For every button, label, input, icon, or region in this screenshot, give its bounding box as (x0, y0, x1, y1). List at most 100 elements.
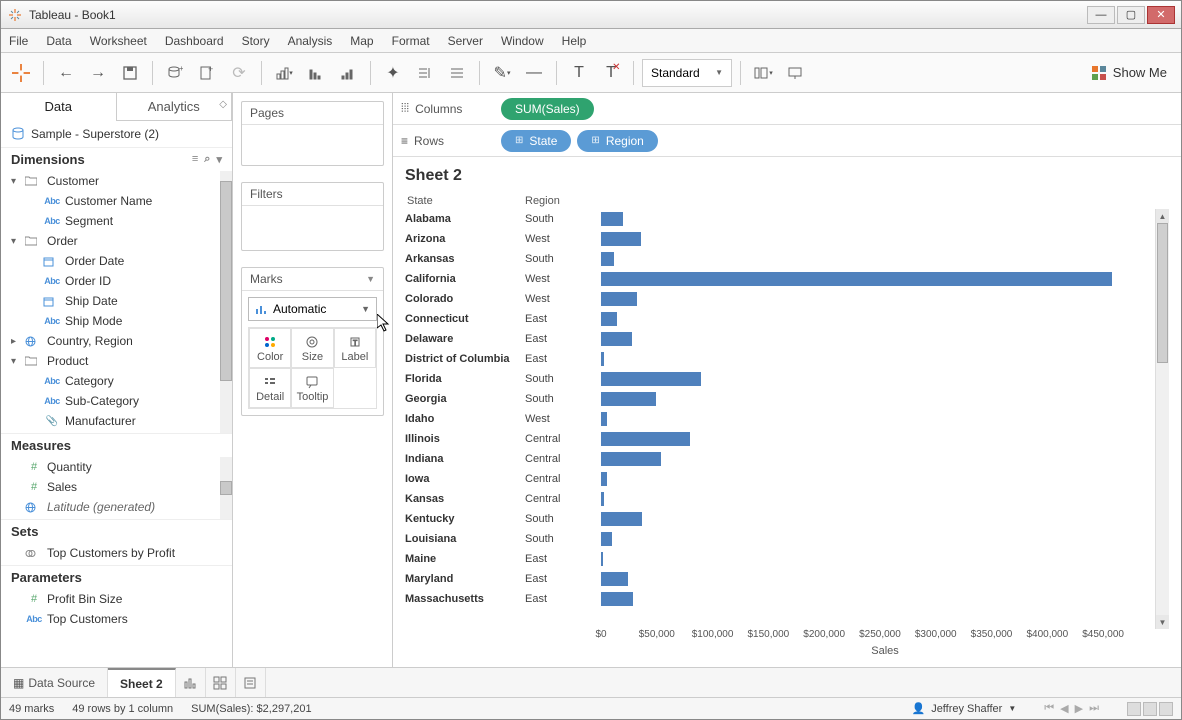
datasource-row[interactable]: Sample - Superstore (2) (1, 121, 232, 147)
new-dashboard-tab[interactable] (206, 668, 236, 697)
marks-label[interactable]: TLabel (334, 328, 376, 368)
field-product[interactable]: ▾Product (1, 351, 232, 371)
field-quantity[interactable]: #Quantity (1, 457, 232, 477)
field-ship-date[interactable]: Ship Date (1, 291, 232, 311)
marks-detail[interactable]: Detail (249, 368, 291, 408)
show-me-button[interactable]: Show Me (1083, 61, 1175, 85)
label-button[interactable]: T (565, 59, 593, 87)
row-illinois[interactable]: IllinoisCentral (405, 429, 1155, 449)
view-list-icon[interactable]: ≡ (192, 153, 198, 166)
row-iowa[interactable]: IowaCentral (405, 469, 1155, 489)
pill-state[interactable]: ⊞State (501, 130, 571, 152)
group-button[interactable] (411, 59, 439, 87)
field-country-region[interactable]: ▸Country, Region (1, 331, 232, 351)
row-florida[interactable]: FloridaSouth (405, 369, 1155, 389)
new-datasource-button[interactable]: + (161, 59, 189, 87)
swap-button[interactable]: ▾ (270, 59, 298, 87)
view-buttons[interactable] (1127, 702, 1173, 716)
field-top-customers[interactable]: AbcTop Customers (1, 609, 232, 629)
field-order-date[interactable]: Order Date (1, 251, 232, 271)
scrollbar-thumb[interactable] (220, 181, 232, 381)
sort-asc-button[interactable] (302, 59, 330, 87)
marks-type-dropdown[interactable]: Automatic ▼ (248, 297, 377, 321)
sheet-nav[interactable]: ⏮◀▶⏭ (1044, 702, 1099, 715)
pen-button[interactable]: ✎▾ (488, 59, 516, 87)
menu-analysis[interactable]: Analysis (288, 34, 333, 48)
menu-help[interactable]: Help (562, 34, 587, 48)
row-arizona[interactable]: ArizonaWest (405, 229, 1155, 249)
row-idaho[interactable]: IdahoWest (405, 409, 1155, 429)
tab-data[interactable]: Data (1, 93, 117, 120)
clear-button[interactable]: T✕ (597, 59, 625, 87)
line-button[interactable]: — (520, 59, 548, 87)
field-latitude-generated-[interactable]: Latitude (generated) (1, 497, 232, 517)
field-top-customers-by-profit[interactable]: Top Customers by Profit (1, 543, 232, 563)
pill-region[interactable]: ⊞Region (577, 130, 657, 152)
tab-sheet-2[interactable]: Sheet 2 (108, 668, 176, 697)
back-button[interactable]: ← (52, 59, 80, 87)
pages-card[interactable]: Pages (241, 101, 384, 166)
search-icon[interactable]: ⌕ (204, 153, 210, 166)
row-arkansas[interactable]: ArkansasSouth (405, 249, 1155, 269)
field-segment[interactable]: AbcSegment (1, 211, 232, 231)
field-ship-mode[interactable]: AbcShip Mode (1, 311, 232, 331)
menu-server[interactable]: Server (448, 34, 483, 48)
save-button[interactable] (116, 59, 144, 87)
row-maryland[interactable]: MarylandEast (405, 569, 1155, 589)
menu-icon[interactable]: ▾ (216, 153, 222, 166)
tab-data-source[interactable]: ▦Data Source (1, 668, 108, 697)
menu-data[interactable]: Data (46, 34, 71, 48)
header-state[interactable]: State (405, 195, 525, 207)
menu-worksheet[interactable]: Worksheet (90, 34, 147, 48)
field-product-name[interactable]: AbcProduct Name (1, 431, 232, 433)
fit-dropdown[interactable]: Standard▼ (642, 59, 732, 87)
scrollbar-thumb[interactable] (220, 481, 232, 495)
totals-button[interactable] (443, 59, 471, 87)
close-button[interactable]: ✕ (1147, 6, 1175, 24)
field-customer[interactable]: ▾Customer (1, 171, 232, 191)
row-california[interactable]: CaliforniaWest (405, 269, 1155, 289)
pill-sum-sales-[interactable]: SUM(Sales) (501, 98, 594, 120)
menu-map[interactable]: Map (350, 34, 373, 48)
maximize-button[interactable]: ▢ (1117, 6, 1145, 24)
field-category[interactable]: AbcCategory (1, 371, 232, 391)
field-manufacturer[interactable]: 📎Manufacturer (1, 411, 232, 431)
forward-button[interactable]: → (84, 59, 112, 87)
refresh-button[interactable]: ⟳ (225, 59, 253, 87)
row-delaware[interactable]: DelawareEast (405, 329, 1155, 349)
marks-color[interactable]: Color (249, 328, 291, 368)
row-alabama[interactable]: AlabamaSouth (405, 209, 1155, 229)
new-story-tab[interactable] (236, 668, 266, 697)
row-connecticut[interactable]: ConnecticutEast (405, 309, 1155, 329)
field-sales[interactable]: #Sales (1, 477, 232, 497)
row-district-of-columbia[interactable]: District of ColumbiaEast (405, 349, 1155, 369)
columns-shelf[interactable]: ⦙⦙⦙Columns SUM(Sales) (393, 93, 1181, 125)
rows-shelf[interactable]: ≡Rows ⊞State⊞Region (393, 125, 1181, 157)
field-order-id[interactable]: AbcOrder ID (1, 271, 232, 291)
field-customer-name[interactable]: AbcCustomer Name (1, 191, 232, 211)
x-axis[interactable]: $0$50,000$100,000$150,000$200,000$250,00… (405, 629, 1169, 645)
row-maine[interactable]: MaineEast (405, 549, 1155, 569)
row-indiana[interactable]: IndianaCentral (405, 449, 1155, 469)
row-massachusetts[interactable]: MassachusettsEast (405, 589, 1155, 609)
highlight-button[interactable]: ✦ (379, 59, 407, 87)
presentation-button[interactable] (781, 59, 809, 87)
tableau-icon[interactable] (7, 59, 35, 87)
header-region[interactable]: Region (525, 195, 601, 207)
marks-size[interactable]: Size (291, 328, 333, 368)
marks-tooltip[interactable]: Tooltip (291, 368, 333, 408)
new-worksheet-tab[interactable] (176, 668, 206, 697)
user-menu[interactable]: 👤 Jeffrey Shaffer ▼ (911, 702, 1016, 715)
row-kentucky[interactable]: KentuckySouth (405, 509, 1155, 529)
field-sub-category[interactable]: AbcSub-Category (1, 391, 232, 411)
filters-card[interactable]: Filters (241, 182, 384, 251)
row-kansas[interactable]: KansasCentral (405, 489, 1155, 509)
menu-format[interactable]: Format (392, 34, 430, 48)
sort-desc-button[interactable] (334, 59, 362, 87)
row-georgia[interactable]: GeorgiaSouth (405, 389, 1155, 409)
row-colorado[interactable]: ColoradoWest (405, 289, 1155, 309)
show-cards-button[interactable]: ▾ (749, 59, 777, 87)
vertical-scrollbar[interactable]: ▲ ▼ (1155, 209, 1169, 629)
field-profit-bin-size[interactable]: #Profit Bin Size (1, 589, 232, 609)
menu-file[interactable]: File (9, 34, 28, 48)
